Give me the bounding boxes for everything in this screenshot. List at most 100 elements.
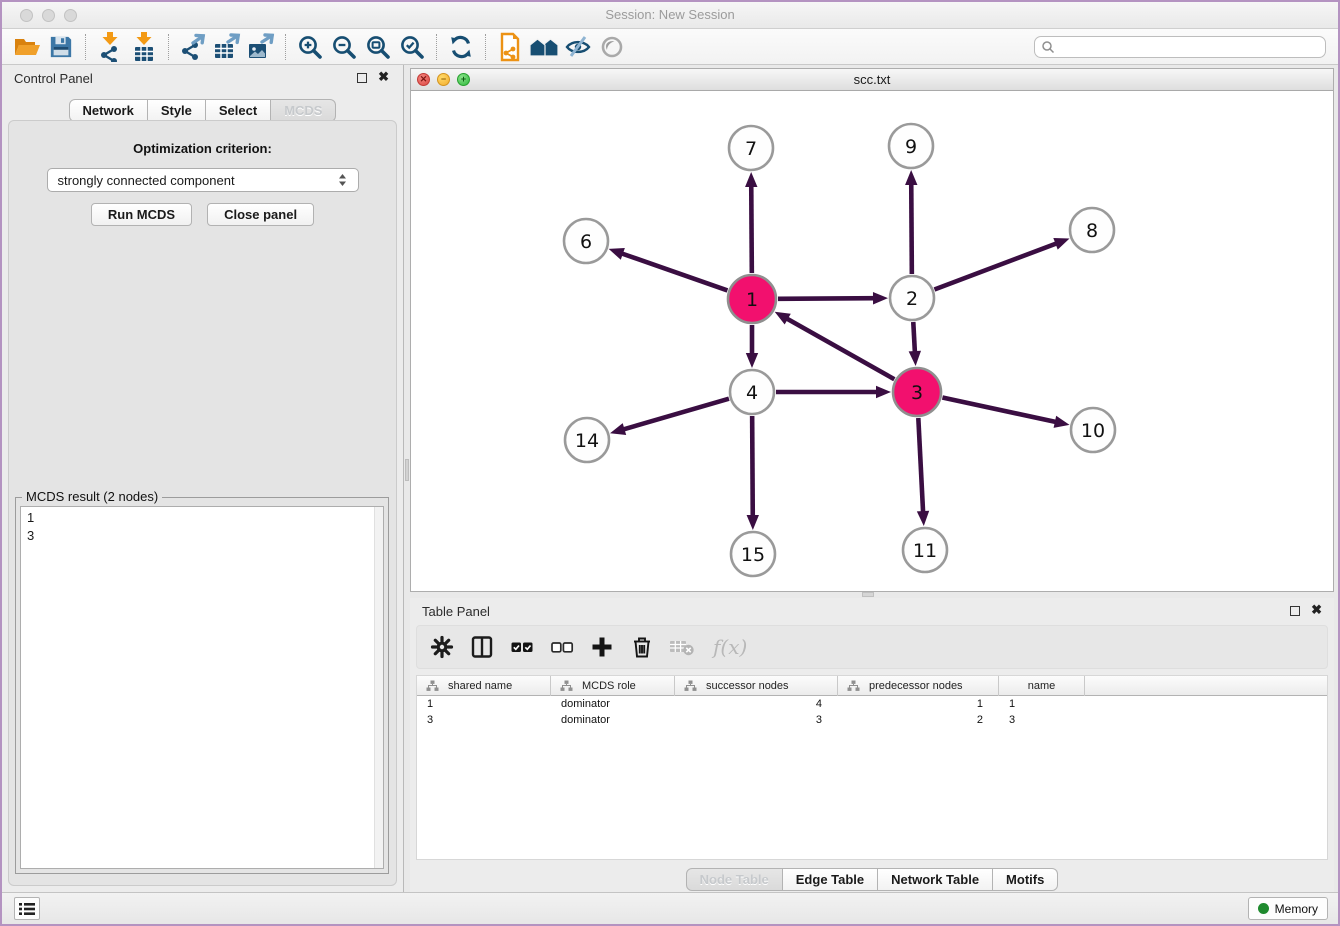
control-panel: Control Panel ✖ NetworkStyleSelectMCDS O…: [2, 65, 403, 892]
search-icon: [1041, 40, 1055, 54]
add-column-button[interactable]: [589, 634, 615, 660]
deselect-all-checkboxes-button[interactable]: [549, 634, 575, 660]
graph-edge-1-6[interactable]: [620, 253, 727, 291]
mcds-panel: Optimization criterion: strongly connect…: [8, 120, 397, 886]
table-panel: Table Panel ✖: [410, 598, 1334, 892]
result-scrollbar[interactable]: [374, 507, 383, 868]
table-tab-motifs[interactable]: Motifs: [993, 868, 1058, 891]
import-network-button[interactable]: [93, 31, 127, 63]
graph-edge-3-10[interactable]: [942, 397, 1057, 422]
zoom-in-button[interactable]: [293, 31, 327, 63]
control-panel-title: Control Panel: [14, 71, 93, 86]
column-type-icon: [426, 680, 439, 692]
graph-node-label: 10: [1081, 420, 1105, 442]
graph-node-label: 14: [575, 430, 599, 452]
graph-edge-arrowhead: [746, 353, 758, 368]
function-builder-button[interactable]: f(x): [709, 634, 753, 660]
table-tab-edge-table[interactable]: Edge Table: [783, 868, 878, 891]
column-type-icon: [560, 680, 573, 692]
apply-layout-button[interactable]: [444, 31, 478, 63]
result-line: 1: [27, 509, 377, 527]
column-header-name[interactable]: name: [999, 676, 1085, 696]
splitter-grip[interactable]: [405, 459, 409, 481]
graph-edge-2-3[interactable]: [913, 322, 915, 354]
application-window: Session: New Session: [0, 0, 1340, 926]
column-type-icon: [847, 680, 860, 692]
mcds-result-text[interactable]: 13: [20, 506, 384, 869]
panel-splitter-vertical[interactable]: [403, 65, 409, 892]
table-row[interactable]: 3dominator323: [417, 712, 1327, 728]
graph-edge-1-7[interactable]: [751, 184, 752, 273]
column-header-MCDS-role[interactable]: MCDS role: [551, 676, 675, 696]
tab-network[interactable]: Network: [69, 99, 148, 122]
node-table: shared nameMCDS rolesuccessor nodesprede…: [416, 675, 1328, 860]
export-network-button[interactable]: [176, 31, 210, 63]
table-row[interactable]: 1dominator411: [417, 696, 1327, 712]
float-table-panel-icon[interactable]: [1290, 606, 1300, 616]
dropdown-arrows-icon: [337, 173, 348, 187]
task-history-button[interactable]: [14, 897, 40, 920]
graph-edge-arrowhead: [609, 248, 625, 260]
close-panel-button[interactable]: Close panel: [207, 203, 314, 226]
panel-splitter-horizontal[interactable]: [862, 592, 874, 597]
zoom-out-button[interactable]: [327, 31, 361, 63]
tab-style[interactable]: Style: [148, 99, 206, 122]
column-header-shared-name[interactable]: shared name: [417, 676, 551, 696]
graph-edge-3-1[interactable]: [785, 318, 894, 380]
graph-edge-4-14[interactable]: [622, 399, 729, 430]
column-header-predecessor-nodes[interactable]: predecessor nodes: [838, 676, 999, 696]
close-table-panel-icon[interactable]: ✖: [1311, 602, 1322, 618]
zoom-selected-button[interactable]: [395, 31, 429, 63]
search-input[interactable]: [1055, 40, 1319, 54]
graph-edge-arrowhead: [873, 292, 888, 304]
graph-edge-2-9[interactable]: [911, 182, 912, 274]
export-table-button[interactable]: [210, 31, 244, 63]
toolbar-separator: [485, 34, 486, 60]
hide-selected-button[interactable]: [561, 31, 595, 63]
toolbar-separator: [436, 34, 437, 60]
list-icon: [19, 902, 35, 916]
table-tab-network-table[interactable]: Network Table: [878, 868, 993, 891]
graph-edge-3-11[interactable]: [918, 418, 923, 514]
clone-network-button[interactable]: [493, 31, 527, 63]
export-network-icon: [179, 33, 207, 61]
table-cell: 1: [417, 696, 551, 712]
graph-edge-2-8[interactable]: [934, 243, 1058, 290]
network-window-titlebar[interactable]: ✕ − + scc.txt: [411, 69, 1333, 91]
table-header-row: shared nameMCDS rolesuccessor nodesprede…: [417, 676, 1327, 696]
run-mcds-button[interactable]: Run MCDS: [91, 203, 192, 226]
column-header-successor-nodes[interactable]: successor nodes: [675, 676, 838, 696]
select-all-checkboxes-button[interactable]: [509, 634, 535, 660]
show-all-button[interactable]: [595, 31, 629, 63]
graph-edge-1-2[interactable]: [778, 298, 876, 299]
criterion-dropdown[interactable]: strongly connected component: [47, 168, 359, 192]
table-settings-button[interactable]: [429, 634, 455, 660]
network-canvas[interactable]: 7968124314101511: [411, 91, 1333, 591]
eye-disabled-icon: [600, 35, 624, 59]
search-field[interactable]: [1034, 36, 1326, 58]
control-panel-tabs: NetworkStyleSelectMCDS: [2, 99, 403, 122]
graph-edge-4-15[interactable]: [752, 416, 753, 518]
columns-icon: [470, 635, 494, 659]
show-columns-button[interactable]: [469, 634, 495, 660]
table-cell: 1: [838, 696, 999, 712]
delete-column-button[interactable]: [629, 634, 655, 660]
close-panel-icon[interactable]: ✖: [378, 69, 389, 85]
tab-mcds[interactable]: MCDS: [271, 99, 336, 122]
delete-table-button[interactable]: [669, 634, 695, 660]
open-session-button[interactable]: [10, 31, 44, 63]
table-tab-node-table[interactable]: Node Table: [686, 868, 783, 891]
network-window-title: scc.txt: [411, 72, 1333, 87]
save-floppy-icon: [49, 35, 73, 59]
graph-node-label: 3: [911, 382, 923, 404]
tab-select[interactable]: Select: [206, 99, 271, 122]
import-table-button[interactable]: [127, 31, 161, 63]
float-panel-icon[interactable]: [357, 73, 367, 83]
houses-icon: [529, 35, 559, 59]
memory-button[interactable]: Memory: [1248, 897, 1328, 920]
first-neighbors-button[interactable]: [527, 31, 561, 63]
save-session-button[interactable]: [44, 31, 78, 63]
zoom-in-icon: [297, 34, 323, 60]
export-image-button[interactable]: [244, 31, 278, 63]
zoom-fit-button[interactable]: [361, 31, 395, 63]
